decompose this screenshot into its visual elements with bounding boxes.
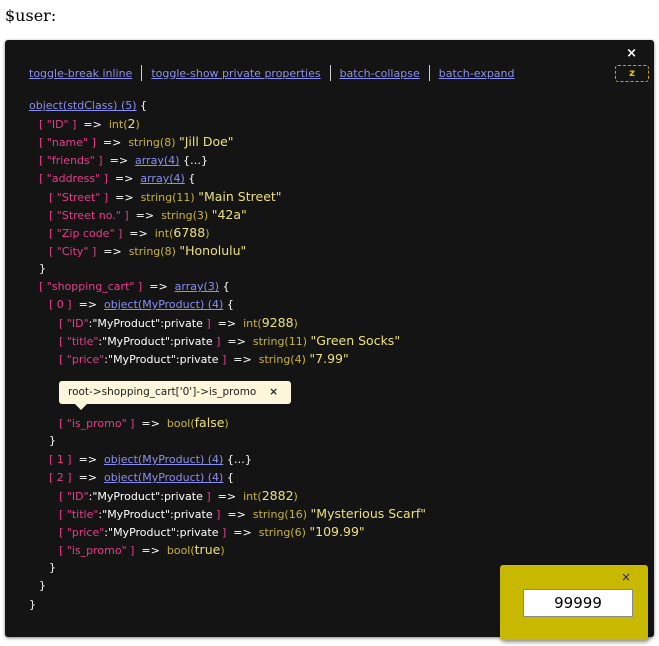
path-tooltip: root->shopping_cart['0']->is_promo × xyxy=(59,381,291,410)
dump-line-address: [ "address" ] => array(4) { xyxy=(39,172,196,185)
dump-line-name: [ "name" ] => string(8) "Jill Doe" xyxy=(39,134,234,150)
dump-line-close: } xyxy=(29,598,36,611)
dump-line-p0-title: [ "title":"MyProduct":private ] => strin… xyxy=(59,333,401,349)
toolbar-divider xyxy=(141,65,143,81)
root-type-toggle[interactable]: object(stdClass) (5) xyxy=(29,99,137,112)
variable-label: $user: xyxy=(5,6,57,25)
toolbar-divider xyxy=(329,65,331,81)
dump-line-p2-price: [ "price":"MyProduct":private ] => strin… xyxy=(59,524,365,540)
dump-line-p0-id: [ "ID":"MyProduct":private ] => int(9288… xyxy=(59,315,298,331)
dump-line-p2-title: [ "title":"MyProduct":private ] => strin… xyxy=(59,506,426,522)
dump-line-street: [ "Street" ] => string(11) "Main Street" xyxy=(49,189,282,205)
z-index-button[interactable]: z xyxy=(615,65,649,82)
close-icon[interactable]: × xyxy=(626,46,637,61)
friends-array-toggle[interactable]: array(4) xyxy=(135,154,179,167)
batch-expand-link[interactable]: batch-expand xyxy=(439,67,515,80)
dump-line-root: object(stdClass) (5) { xyxy=(29,99,148,112)
dump-line-p0-price: [ "price":"MyProduct":private ] => strin… xyxy=(59,351,349,367)
tooltip-close-icon[interactable]: × xyxy=(269,381,278,404)
goto-popup: × xyxy=(500,565,648,640)
goto-input[interactable] xyxy=(523,589,633,617)
item2-object-toggle[interactable]: object(MyProduct) (4) xyxy=(104,471,223,484)
dump-line-close: } xyxy=(39,262,46,275)
address-array-toggle[interactable]: array(4) xyxy=(140,172,184,185)
dump-line-city: [ "City" ] => string(8) "Honolulu" xyxy=(49,243,247,259)
dump-line-street-no: [ "Street no." ] => string(3) "42a" xyxy=(49,207,247,223)
dump-line-id: [ "ID" ] => int(2) xyxy=(39,116,140,132)
cart-array-toggle[interactable]: array(3) xyxy=(175,280,219,293)
toggle-private-properties-link[interactable]: toggle-show private properties xyxy=(151,67,320,80)
dump-line-item1: [ 1 ] => object(MyProduct) (4) {…} xyxy=(49,453,252,466)
item1-object-toggle[interactable]: object(MyProduct) (4) xyxy=(104,453,223,466)
batch-collapse-link[interactable]: batch-collapse xyxy=(340,67,420,80)
toolbar: toggle-break inline toggle-show private … xyxy=(29,65,515,81)
toolbar-divider xyxy=(428,65,430,81)
dump-line-cart: [ "shopping_cart" ] => array(3) { xyxy=(39,280,230,293)
dump-line-p2-promo: [ "is_promo" ] => bool(true) xyxy=(59,542,225,558)
dump-line-p0-promo: [ "is_promo" ] => bool(false) xyxy=(59,415,229,431)
dump-line-item0: [ 0 ] => object(MyProduct) (4) { xyxy=(49,298,234,311)
tooltip-pointer xyxy=(75,404,87,410)
path-tooltip-text: root->shopping_cart['0']->is_promo xyxy=(68,386,257,398)
goto-close-icon[interactable]: × xyxy=(621,570,631,584)
dump-line-close: } xyxy=(49,434,56,447)
dump-line-close: } xyxy=(39,579,46,592)
dump-line-friends: [ "friends" ] => array(4) {…} xyxy=(39,154,208,167)
dump-line-zip: [ "Zip code" ] => int(6788) xyxy=(49,225,210,241)
dump-line-p2-id: [ "ID":"MyProduct":private ] => int(2882… xyxy=(59,488,298,504)
item0-object-toggle[interactable]: object(MyProduct) (4) xyxy=(104,298,223,311)
key-label: [ "ID" ] xyxy=(39,118,77,131)
dump-line-item2: [ 2 ] => object(MyProduct) (4) { xyxy=(49,471,234,484)
dump-line-close: } xyxy=(49,561,56,574)
toggle-break-inline-link[interactable]: toggle-break inline xyxy=(29,67,132,80)
